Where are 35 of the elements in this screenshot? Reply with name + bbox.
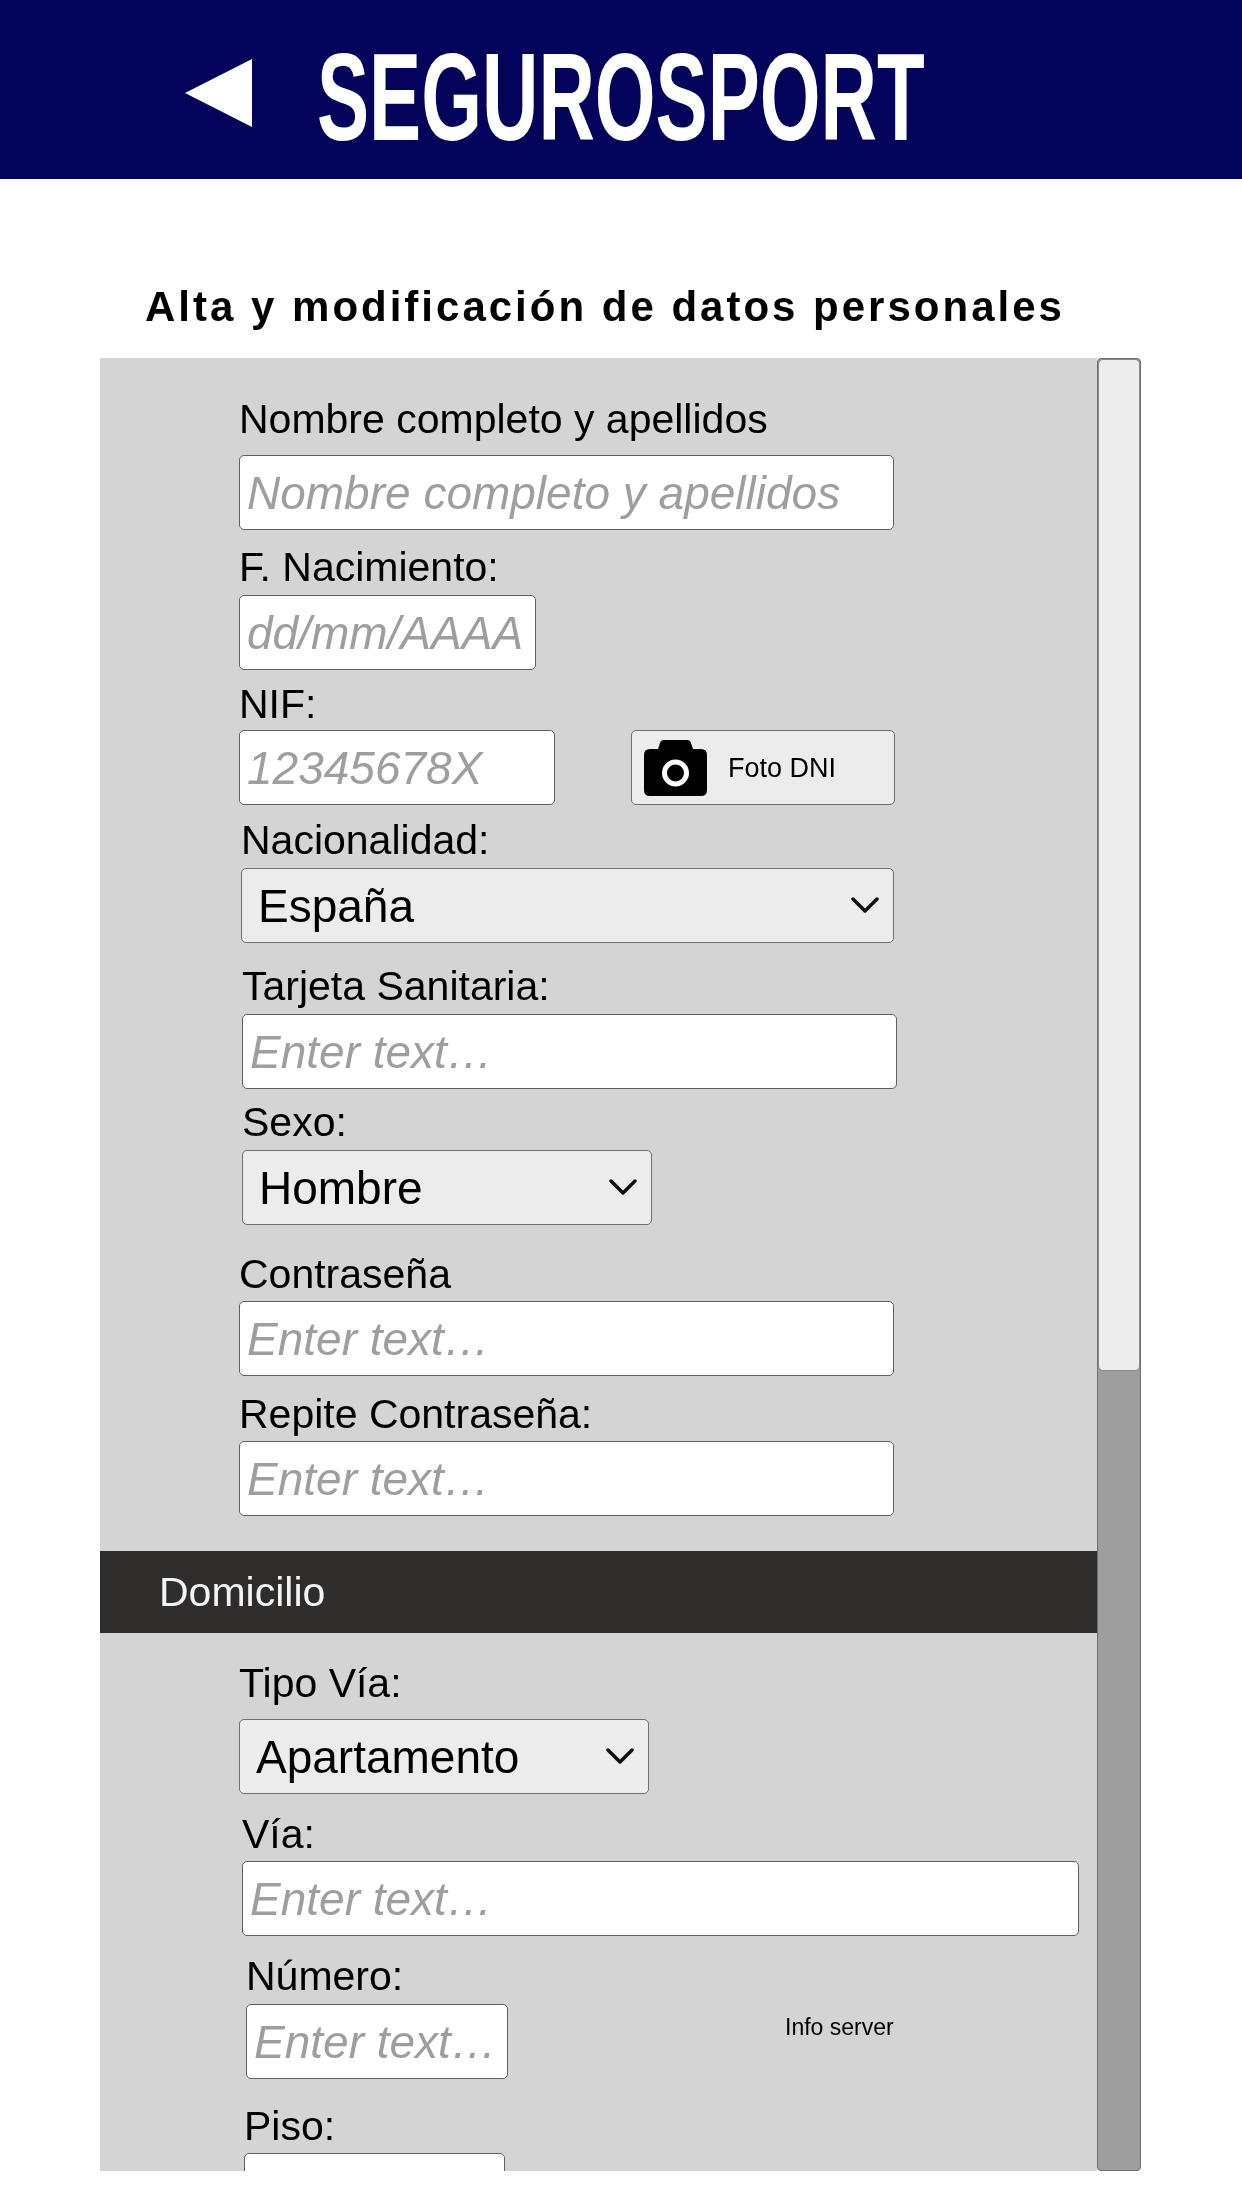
input-field[interactable]: dd/mm/AAAA: [239, 595, 536, 670]
field-label: Tipo Vía:: [239, 1660, 402, 1707]
input-field[interactable]: Enter text…: [239, 1301, 894, 1376]
app-title: SEGUROSPORT: [317, 34, 925, 159]
input-field[interactable]: 12345678X: [239, 730, 555, 805]
chevron-down-icon: [606, 1748, 634, 1765]
field-label: F. Nacimiento:: [239, 544, 499, 591]
photo-button[interactable]: Foto DNI: [631, 730, 895, 805]
input-field[interactable]: Enter text…: [246, 2004, 508, 2079]
input-field[interactable]: Nombre completo y apellidos: [239, 455, 894, 530]
field-label: Nombre completo y apellidos: [239, 396, 768, 443]
scrollbar-thumb[interactable]: [1098, 359, 1140, 1371]
camera-icon: [644, 739, 707, 796]
select-dropdown[interactable]: Hombre: [242, 1150, 652, 1225]
field-label: Contraseña: [239, 1251, 451, 1298]
field-label: Repite Contraseña:: [239, 1391, 593, 1438]
field-label: Nacionalidad:: [241, 817, 490, 864]
section-header: Domicilio: [100, 1551, 1097, 1633]
chevron-down-icon: [609, 1179, 637, 1196]
field-label: Tarjeta Sanitaria:: [242, 963, 550, 1010]
back-button[interactable]: [185, 59, 252, 127]
field-label: Sexo:: [242, 1099, 347, 1146]
input-field[interactable]: Enter text…: [242, 1014, 897, 1089]
input-field[interactable]: Enter text…: [239, 1441, 894, 1516]
field-label: NIF:: [239, 681, 317, 728]
select-dropdown[interactable]: Apartamento: [239, 1719, 649, 1794]
field-label: Vía:: [242, 1811, 315, 1858]
input-field[interactable]: Enter text…: [242, 1861, 1079, 1936]
chevron-down-icon: [851, 897, 879, 914]
triangle-left-icon: [185, 59, 252, 127]
info-text: Info server: [785, 2014, 894, 2041]
field-label: Piso:: [244, 2103, 336, 2150]
select-dropdown[interactable]: España: [241, 868, 894, 943]
field-label: Número:: [246, 1953, 404, 2000]
page-title: Alta y modificación de datos personales: [145, 286, 1065, 328]
